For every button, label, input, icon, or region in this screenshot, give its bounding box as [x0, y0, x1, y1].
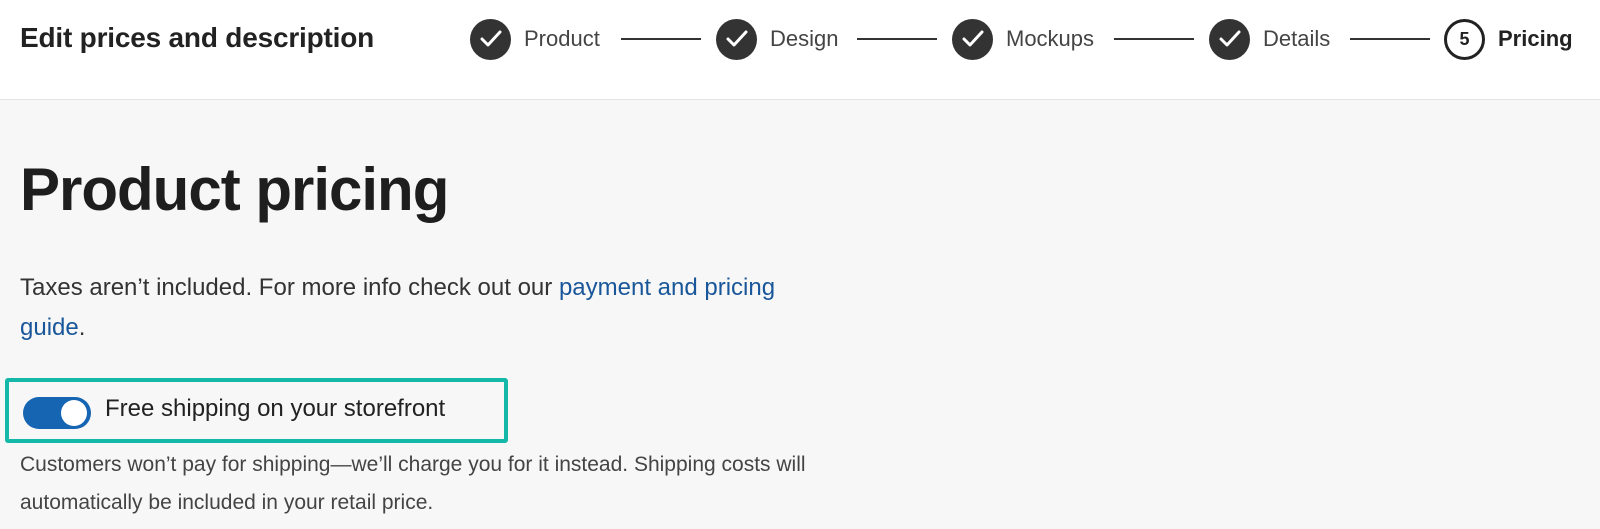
free-shipping-highlight: Free shipping on your storefront: [5, 378, 508, 443]
pricing-info: Taxes aren’t included. For more info che…: [20, 268, 820, 348]
step-label: Pricing: [1498, 26, 1573, 51]
check-icon: [716, 18, 757, 60]
step-design[interactable]: Design: [716, 18, 838, 60]
check-icon: [470, 18, 511, 60]
step-connector: [857, 38, 937, 40]
step-connector: [1114, 38, 1194, 40]
check-icon: [952, 18, 993, 60]
step-label: Mockups: [1006, 26, 1095, 51]
step-label: Product: [524, 26, 600, 51]
step-product[interactable]: Product: [470, 18, 600, 60]
pricing-info-period: .: [78, 314, 86, 341]
step-pricing[interactable]: 5 Pricing: [1444, 18, 1573, 60]
free-shipping-toggle[interactable]: [23, 397, 91, 429]
step-number: 5: [1444, 18, 1485, 60]
step-details[interactable]: Details: [1209, 18, 1330, 60]
step-mockups[interactable]: Mockups: [952, 18, 1094, 60]
step-connector: [621, 38, 701, 40]
free-shipping-description: Customers won’t pay for shipping—we’ll c…: [20, 453, 806, 514]
page-header: Edit prices and description Product Desi…: [0, 0, 1600, 100]
step-connector: [1350, 38, 1430, 40]
page-header-title: Edit prices and description: [20, 22, 375, 53]
step-label: Details: [1263, 26, 1331, 51]
free-shipping-label[interactable]: Free shipping on your storefront: [105, 395, 445, 423]
toggle-knob: [61, 400, 87, 426]
step-label: Design: [770, 26, 839, 51]
page-title: Product pricing: [20, 156, 449, 223]
check-icon: [1209, 18, 1250, 60]
pricing-info-text: Taxes aren’t included. For more info che…: [20, 274, 559, 301]
